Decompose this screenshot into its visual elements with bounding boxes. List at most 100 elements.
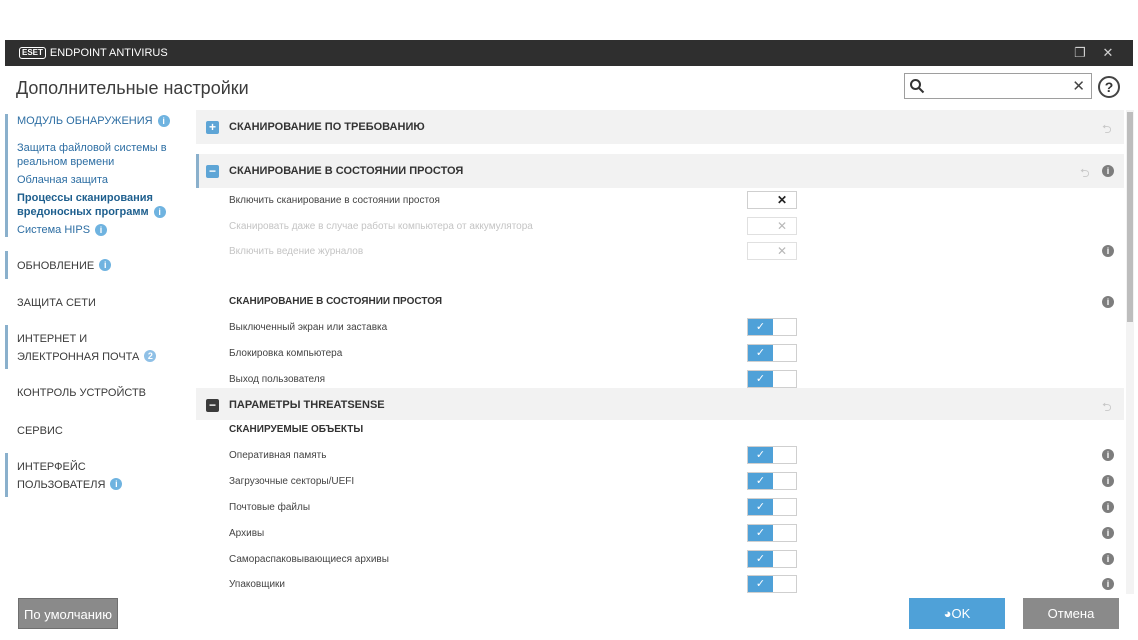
section-on-demand-scan[interactable]: + СКАНИРОВАНИЕ ПО ТРЕБОВАНИЮ ⮌ — [196, 110, 1124, 144]
revert-icon[interactable]: ⮌ — [1102, 398, 1112, 419]
user-logoff-toggle[interactable]: ✓ — [747, 370, 797, 388]
section-idle-scan[interactable]: − СКАНИРОВАНИЕ В СОСТОЯНИИ ПРОСТОЯ ⮌ i — [196, 154, 1124, 188]
scrollbar-thumb[interactable] — [1127, 112, 1133, 322]
packers-toggle[interactable]: ✓ — [747, 575, 797, 593]
window-titlebar: ESET ENDPOINT ANTIVIRUS ❐ ✕ — [5, 40, 1133, 66]
setting-label: Архивы — [229, 528, 265, 539]
archives-toggle[interactable]: ✓ — [747, 524, 797, 542]
setting-label: Включить ведение журналов — [229, 246, 364, 257]
info-icon[interactable]: i — [1102, 165, 1114, 177]
setting-label: Сканировать даже в случае работы компьют… — [229, 221, 533, 232]
collapse-icon[interactable]: − — [206, 399, 219, 412]
setting-label: Загрузочные секторы/UEFI — [229, 476, 355, 487]
check-icon: ✓ — [748, 551, 773, 567]
sidebar-item-label: КОНТРОЛЬ УСТРОЙСТВ — [17, 387, 147, 399]
info-icon[interactable]: i — [1102, 245, 1114, 257]
info-icon[interactable]: i — [1102, 501, 1114, 513]
info-icon[interactable]: i — [1102, 527, 1114, 539]
default-button[interactable]: По умолчанию — [18, 598, 118, 629]
sidebar-item-device-control[interactable]: КОНТРОЛЬ УСТРОЙСТВ — [5, 377, 191, 407]
off-icon: ✕ — [776, 244, 787, 258]
boot-sectors-toggle[interactable]: ✓ — [747, 472, 797, 490]
check-icon: ✓ — [748, 345, 773, 361]
info-badge: 2 — [144, 349, 157, 362]
sidebar-item-hips[interactable]: Система HIPS i — [17, 223, 191, 237]
expand-icon[interactable]: + — [206, 121, 219, 134]
battery-scan-toggle[interactable]: ✕ — [747, 217, 797, 235]
screen-off-toggle[interactable]: ✓ — [747, 318, 797, 336]
off-icon: ✕ — [776, 219, 787, 233]
setting-label: Почтовые файлы — [229, 502, 311, 513]
setting-label: Оперативная память — [229, 450, 327, 461]
sidebar-item-malware-scans[interactable]: Процессы сканирования вредоносных програ… — [17, 191, 187, 219]
page-title: Дополнительные настройки — [16, 78, 249, 98]
search-input[interactable]: ✕ — [904, 73, 1092, 99]
ok-button[interactable]: ◕OK — [909, 598, 1005, 629]
sidebar-item-label: Процессы сканирования вредоносных програ… — [17, 192, 153, 218]
info-icon[interactable]: i — [1102, 449, 1114, 461]
subsection-heading: СКАНИРУЕМЫЕ ОБЪЕКТЫ — [229, 424, 364, 435]
help-button[interactable]: ? — [1098, 76, 1120, 98]
sidebar-item-web[interactable]: ИНТЕРНЕТ И ЭЛЕКТРОННАЯ ПОЧТА 2 — [5, 325, 165, 369]
revert-icon[interactable]: ⮌ — [1102, 120, 1112, 141]
shield-icon: ◕ — [943, 606, 952, 621]
sidebar-group-detection: МОДУЛЬ ОБНАРУЖЕНИЯ i Защита файловой сист… — [5, 114, 191, 237]
info-icon[interactable]: i — [1102, 296, 1114, 308]
setting-label: Блокировка компьютера — [229, 348, 343, 359]
check-icon: ✓ — [748, 447, 773, 463]
sidebar-item-ui[interactable]: ИНТЕРФЕЙС ПОЛЬЗОВАТЕЛЯ i — [5, 453, 145, 497]
info-icon[interactable]: i — [1102, 553, 1114, 565]
check-icon: ✓ — [748, 319, 773, 335]
sidebar-item-network[interactable]: ЗАЩИТА СЕТИ — [5, 287, 191, 317]
sidebar: МОДУЛЬ ОБНАРУЖЕНИЯ i Защита файловой сист… — [5, 108, 191, 590]
setting-label: Самораспаковывающиеся архивы — [229, 554, 389, 565]
sidebar-item-label: ЗАЩИТА СЕТИ — [17, 297, 96, 309]
sidebar-item-label: ОБНОВЛЕНИЕ — [17, 260, 95, 272]
section-title: СКАНИРОВАНИЕ В СОСТОЯНИИ ПРОСТОЯ — [229, 165, 464, 177]
sidebar-item-update[interactable]: ОБНОВЛЕНИЕ i — [5, 251, 191, 279]
clear-search-icon[interactable]: ✕ — [1072, 77, 1085, 95]
eset-logo: ESET — [19, 47, 46, 59]
check-icon: ✓ — [748, 576, 773, 592]
info-badge: i — [99, 258, 112, 271]
sfx-archives-toggle[interactable]: ✓ — [747, 550, 797, 568]
memory-toggle[interactable]: ✓ — [747, 446, 797, 464]
email-files-toggle[interactable]: ✓ — [747, 498, 797, 516]
close-icon[interactable]: ✕ — [1099, 44, 1117, 62]
section-title: ПАРАМЕТРЫ THREATSENSE — [229, 399, 385, 411]
sidebar-item-detection[interactable]: МОДУЛЬ ОБНАРУЖЕНИЯ i — [17, 114, 191, 128]
setting-label: Упаковщики — [229, 579, 286, 590]
check-icon: ✓ — [748, 525, 773, 541]
sidebar-item-realtime[interactable]: Защита файловой системы в реальном време… — [17, 141, 177, 169]
search-icon — [910, 79, 925, 94]
info-icon[interactable]: i — [1102, 475, 1114, 487]
sidebar-item-label: МОДУЛЬ ОБНАРУЖЕНИЯ — [17, 115, 153, 127]
collapse-icon[interactable]: − — [206, 165, 219, 178]
info-badge: i — [153, 206, 166, 219]
info-badge: i — [110, 477, 123, 490]
sidebar-item-cloud[interactable]: Облачная защита — [17, 173, 191, 187]
lock-computer-toggle[interactable]: ✓ — [747, 344, 797, 362]
setting-label: Выход пользователя — [229, 374, 326, 385]
sidebar-item-service[interactable]: СЕРВИС — [5, 415, 191, 445]
info-icon[interactable]: i — [1102, 578, 1114, 590]
sidebar-item-label: ИНТЕРФЕЙС ПОЛЬЗОВАТЕЛЯ — [17, 461, 106, 491]
section-title: СКАНИРОВАНИЕ ПО ТРЕБОВАНИЮ — [229, 121, 425, 133]
app-logo: ESET ENDPOINT ANTIVIRUS — [19, 47, 168, 59]
settings-content: + СКАНИРОВАНИЕ ПО ТРЕБОВАНИЮ ⮌ − СКАНИРО… — [196, 110, 1126, 594]
sidebar-item-label: СЕРВИС — [17, 425, 63, 437]
enable-idle-scan-toggle[interactable]: ✕ — [747, 191, 797, 209]
subsection-heading: СКАНИРОВАНИЕ В СОСТОЯНИИ ПРОСТОЯ — [229, 296, 443, 307]
cancel-button[interactable]: Отмена — [1023, 598, 1119, 629]
revert-icon[interactable]: ⮌ — [1080, 164, 1090, 185]
restore-icon[interactable]: ❐ — [1071, 44, 1089, 62]
logging-toggle[interactable]: ✕ — [747, 242, 797, 260]
setting-label: Включить сканирование в состоянии просто… — [229, 195, 440, 206]
sidebar-item-label: Система HIPS — [17, 224, 91, 236]
sidebar-item-label: ИНТЕРНЕТ И ЭЛЕКТРОННАЯ ПОЧТА — [17, 333, 140, 363]
off-icon: ✕ — [776, 193, 787, 207]
setting-label: Выключенный экран или заставка — [229, 322, 388, 333]
product-name: ENDPOINT ANTIVIRUS — [49, 47, 168, 59]
check-icon: ✓ — [748, 473, 773, 489]
section-threatsense[interactable]: − ПАРАМЕТРЫ THREATSENSE ⮌ — [196, 388, 1124, 420]
